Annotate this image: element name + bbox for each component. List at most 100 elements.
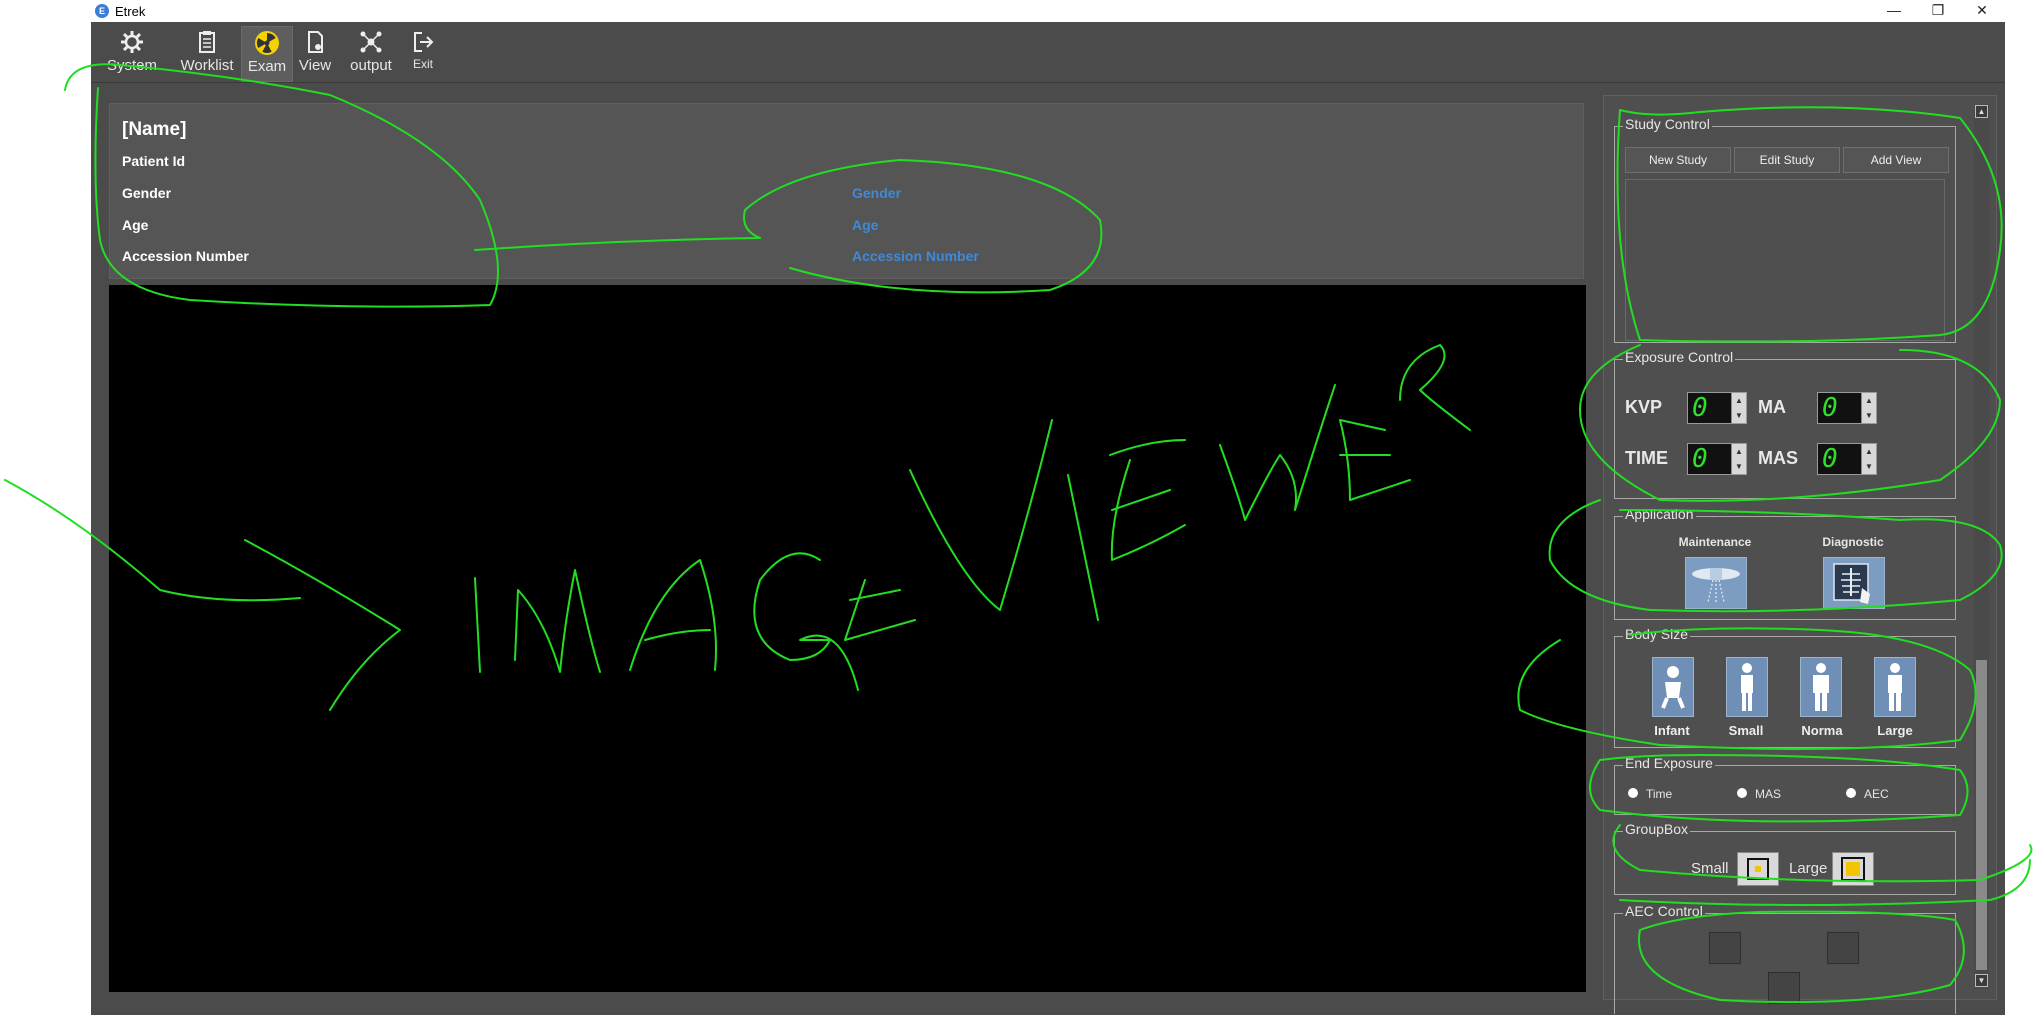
new-study-button[interactable]: New Study [1625, 147, 1731, 173]
radiation-icon [255, 31, 279, 55]
maintenance-label: Maintenance [1678, 535, 1752, 549]
right-panel-scrollbar[interactable]: ▲ ▼ [1974, 104, 1989, 989]
toolbar-system-label: System [106, 57, 157, 74]
kvp-down-icon[interactable]: ▼ [1732, 408, 1746, 423]
close-button[interactable]: ✕ [1959, 0, 2005, 22]
time-radio[interactable] [1628, 788, 1638, 798]
large-body-button[interactable] [1874, 657, 1916, 717]
body-size-title: Body Size [1623, 626, 1691, 642]
aec-control-group: AEC Control [1614, 903, 1956, 1014]
time-spinbox[interactable]: 0 ▲ ▼ [1687, 443, 1747, 475]
study-control-title: Study Control [1623, 116, 1712, 132]
xray-tube-icon [1692, 568, 1740, 603]
normal-label: Norma [1801, 723, 1843, 738]
gender-label: Gender [122, 185, 172, 201]
large-group-button[interactable] [1832, 852, 1874, 886]
normal-body-button[interactable] [1800, 657, 1842, 717]
small-group-button[interactable] [1737, 852, 1779, 886]
aec-left-chamber-button[interactable] [1709, 932, 1741, 964]
age-value: Age [852, 217, 879, 233]
add-view-button[interactable]: Add View [1843, 147, 1949, 173]
infant-button[interactable] [1652, 657, 1694, 717]
app-logo-icon: E [95, 4, 109, 18]
application-title: Application [1623, 506, 1696, 522]
ma-label: MA [1758, 397, 1786, 417]
small-square-icon [1747, 858, 1769, 880]
gear-icon [121, 31, 143, 53]
mas-value: 0 [1822, 444, 1838, 474]
toolbar-exit-button[interactable]: Exit [403, 26, 443, 80]
ma-value: 0 [1822, 393, 1838, 423]
large-square-icon [1841, 857, 1865, 881]
network-icon [360, 31, 382, 53]
aec-radio[interactable] [1846, 788, 1856, 798]
scrollbar-thumb[interactable] [1976, 660, 1987, 970]
toolbar-exam-button[interactable]: Exam [241, 26, 293, 82]
scroll-down-icon[interactable]: ▼ [1975, 974, 1988, 987]
edit-study-button[interactable]: Edit Study [1734, 147, 1840, 173]
document-icon [308, 31, 323, 53]
accession-number-label: Accession Number [122, 248, 249, 264]
patient-name: [Name] [122, 119, 187, 140]
application-group: Application Maintenance Diagnostic [1614, 506, 1956, 620]
infant-label: Infant [1654, 723, 1690, 738]
infant-icon [1661, 666, 1685, 709]
toolbar-worklist-button[interactable]: Worklist [173, 26, 241, 80]
mas-down-icon[interactable]: ▼ [1862, 459, 1876, 474]
large-group-label: Large [1789, 860, 1828, 877]
patient-id-label: Patient Id [122, 153, 186, 169]
toolbar-view-button[interactable]: View [295, 26, 335, 80]
end-exposure-group: End Exposure Time MAS AEC [1614, 755, 1956, 815]
exposure-control-group: Exposure Control KVP 0 ▲ ▼ MA 0 ▲ ▼ TIME 0… [1614, 349, 1956, 499]
exposure-control-title: Exposure Control [1623, 349, 1736, 365]
group-box: GroupBox Small Large [1614, 821, 1956, 895]
toolbar-output-label: output [350, 57, 392, 74]
time-radio-label: Time [1646, 787, 1673, 801]
scroll-up-icon[interactable]: ▲ [1975, 105, 1988, 118]
ma-down-icon[interactable]: ▼ [1862, 408, 1876, 423]
small-group-label: Small [1691, 860, 1729, 877]
time-down-icon[interactable]: ▼ [1732, 459, 1746, 474]
study-list[interactable] [1625, 179, 1945, 341]
maintenance-button[interactable] [1685, 557, 1747, 609]
mas-spinbox[interactable]: 0 ▲ ▼ [1817, 443, 1877, 475]
toolbar-system-button[interactable]: System [103, 26, 161, 80]
toolbar-output-button[interactable]: output [346, 26, 396, 80]
end-exposure-title: End Exposure [1623, 755, 1715, 771]
toolbar-exit-label: Exit [412, 57, 433, 71]
time-label: TIME [1625, 448, 1668, 468]
person-small-icon [1741, 663, 1753, 711]
aec-right-chamber-button[interactable] [1827, 932, 1859, 964]
kvp-up-icon[interactable]: ▲ [1732, 393, 1746, 408]
kvp-label: KVP [1625, 397, 1663, 417]
body-size-group: Body Size Infant Small Norma Large [1614, 626, 1956, 748]
ma-spinbox[interactable]: 0 ▲ ▼ [1817, 392, 1877, 424]
gender-value: Gender [852, 185, 902, 201]
time-up-icon[interactable]: ▲ [1732, 444, 1746, 459]
image-viewer[interactable] [109, 285, 1586, 992]
window-title: Etrek [115, 4, 146, 19]
kvp-spinbox[interactable]: 0 ▲ ▼ [1687, 392, 1747, 424]
mas-radio[interactable] [1737, 788, 1747, 798]
exam-control-panel: Study Control New Study Edit Study Add V… [1603, 95, 1997, 1014]
diagnostic-button[interactable] [1823, 557, 1885, 609]
exit-icon [414, 32, 434, 52]
small-body-button[interactable] [1726, 657, 1768, 717]
large-label: Large [1877, 723, 1913, 738]
aec-radio-label: AEC [1864, 787, 1889, 801]
minimize-button[interactable]: — [1871, 0, 1917, 22]
kvp-value: 0 [1692, 393, 1708, 423]
toolbar-view-label: View [298, 57, 332, 74]
small-label: Small [1728, 723, 1764, 738]
patient-info-panel: [Name] Patient Id Gender Age Accession N… [109, 103, 1584, 279]
chest-xray-icon [1833, 563, 1870, 604]
main-toolbar: System Worklist Exam View output Exit [91, 22, 2005, 83]
toolbar-exam-label: Exam [247, 58, 287, 75]
age-label: Age [122, 217, 149, 233]
application-window: E Etrek — ❐ ✕ System Worklist Exam View … [91, 0, 2005, 1015]
ma-up-icon[interactable]: ▲ [1862, 393, 1876, 408]
aec-center-chamber-button[interactable] [1768, 972, 1800, 1004]
mas-up-icon[interactable]: ▲ [1862, 444, 1876, 459]
maximize-button[interactable]: ❐ [1915, 0, 1961, 22]
clipboard-icon [199, 31, 215, 53]
